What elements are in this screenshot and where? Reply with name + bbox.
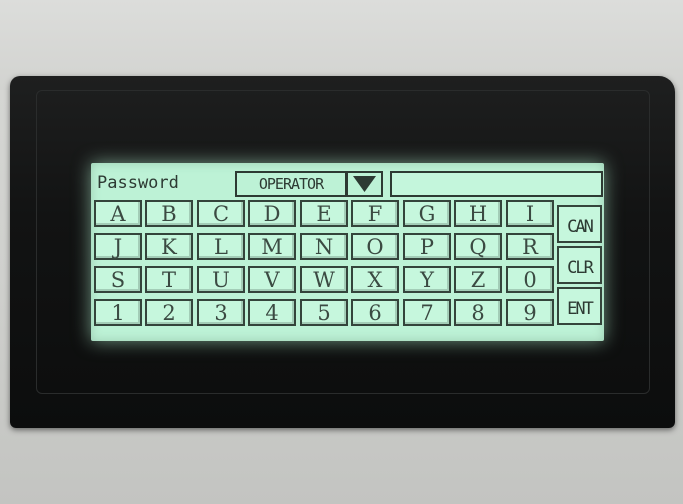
key-q[interactable]: Q xyxy=(454,233,502,260)
key-e[interactable]: E xyxy=(300,200,348,227)
key-r[interactable]: R xyxy=(506,233,554,260)
key-8[interactable]: 8 xyxy=(454,299,502,326)
key-6[interactable]: 6 xyxy=(351,299,399,326)
can-button[interactable]: CAN xyxy=(557,205,602,243)
user-dropdown-button[interactable] xyxy=(346,171,383,197)
key-x[interactable]: X xyxy=(351,266,399,293)
lcd-screen: Password OPERATOR ABCDEFGHI JKLMNOPQR STUV… xyxy=(91,163,604,341)
key-4[interactable]: 4 xyxy=(248,299,296,326)
key-v[interactable]: V xyxy=(248,266,296,293)
login-panel: Password OPERATOR ABCDEFGHI JKLMNOPQR STUV… xyxy=(94,169,603,337)
key-j[interactable]: J xyxy=(94,233,142,260)
password-label: Password xyxy=(97,173,179,193)
key-p[interactable]: P xyxy=(403,233,451,260)
key-l[interactable]: L xyxy=(197,233,245,260)
key-3[interactable]: 3 xyxy=(197,299,245,326)
key-o[interactable]: O xyxy=(351,233,399,260)
triangle-down-icon xyxy=(353,176,376,192)
login-header-row: Password OPERATOR xyxy=(94,169,603,197)
key-g[interactable]: G xyxy=(403,200,451,227)
key-5[interactable]: 5 xyxy=(300,299,348,326)
clr-button[interactable]: CLR xyxy=(557,246,602,284)
character-keypad: ABCDEFGHI JKLMNOPQR STUVWXYZ0 123456789 xyxy=(94,200,554,336)
key-9[interactable]: 9 xyxy=(506,299,554,326)
user-select-field[interactable]: OPERATOR xyxy=(235,171,347,197)
key-k[interactable]: K xyxy=(145,233,193,260)
key-f[interactable]: F xyxy=(351,200,399,227)
ent-button[interactable]: ENT xyxy=(557,287,602,325)
key-t[interactable]: T xyxy=(145,266,193,293)
key-m[interactable]: M xyxy=(248,233,296,260)
key-d[interactable]: D xyxy=(248,200,296,227)
key-b[interactable]: B xyxy=(145,200,193,227)
key-a[interactable]: A xyxy=(94,200,142,227)
key-s[interactable]: S xyxy=(94,266,142,293)
key-0[interactable]: 0 xyxy=(506,266,554,293)
key-i[interactable]: I xyxy=(506,200,554,227)
key-w[interactable]: W xyxy=(300,266,348,293)
key-h[interactable]: H xyxy=(454,200,502,227)
key-2[interactable]: 2 xyxy=(145,299,193,326)
key-1[interactable]: 1 xyxy=(94,299,142,326)
key-u[interactable]: U xyxy=(197,266,245,293)
password-input[interactable] xyxy=(390,171,603,197)
key-c[interactable]: C xyxy=(197,200,245,227)
key-7[interactable]: 7 xyxy=(403,299,451,326)
key-n[interactable]: N xyxy=(300,233,348,260)
key-y[interactable]: Y xyxy=(403,266,451,293)
key-z[interactable]: Z xyxy=(454,266,502,293)
